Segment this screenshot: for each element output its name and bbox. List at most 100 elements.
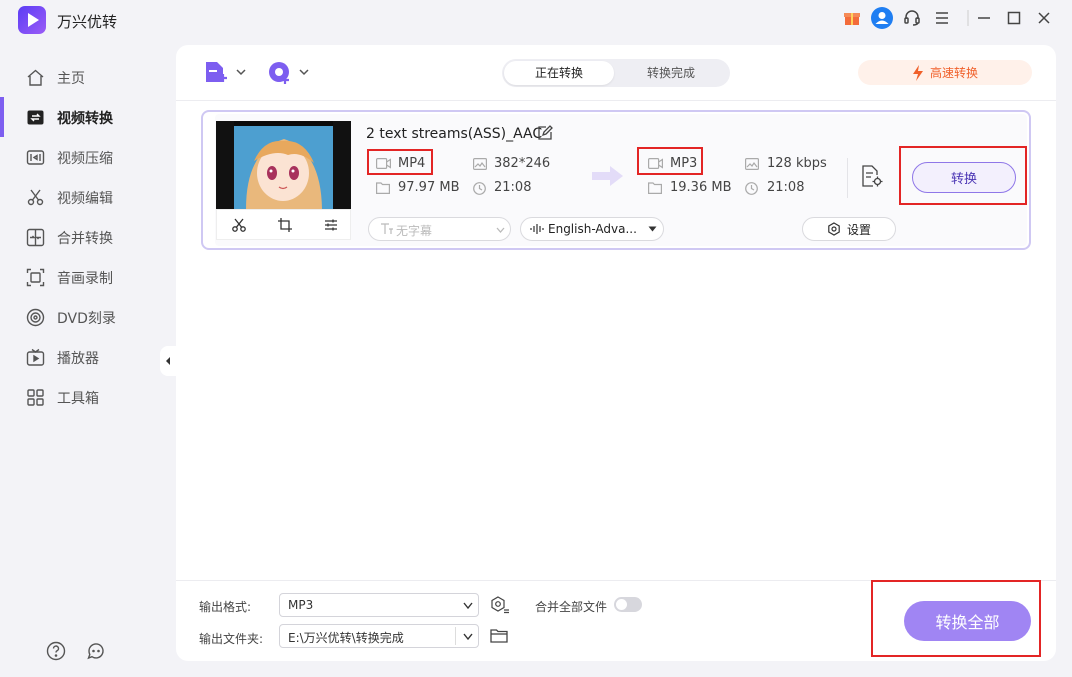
subtitle-value: 无字幕 — [396, 224, 433, 238]
sidebar-item-player[interactable]: 播放器 — [0, 337, 176, 377]
help-icon[interactable] — [46, 641, 66, 661]
tab-switch: 正在转换 转换完成 — [502, 59, 730, 87]
chevron-down-icon — [496, 227, 505, 233]
divider — [455, 627, 456, 645]
scissors-icon — [26, 188, 45, 207]
audio-wave-icon — [530, 223, 546, 235]
sidebar-item-home[interactable]: 主页 — [0, 57, 176, 97]
merge-files-toggle[interactable] — [614, 597, 642, 612]
target-duration: 21:08 — [767, 180, 805, 195]
edit-name-icon[interactable] — [537, 125, 553, 141]
record-icon — [26, 268, 45, 287]
sidebar-item-toolbox[interactable]: 工具箱 — [0, 377, 176, 417]
output-folder-label: 输出文件夹: — [199, 632, 264, 646]
sidebar-item-video-convert[interactable]: 视频转换 — [0, 97, 176, 137]
sidebar-item-label: 视频编辑 — [57, 191, 113, 207]
crop-icon[interactable] — [277, 217, 293, 233]
video-format-icon — [376, 158, 391, 169]
account-icon[interactable] — [870, 6, 894, 30]
clock-icon — [473, 182, 486, 195]
output-settings-icon[interactable] — [861, 164, 883, 188]
convert-icon — [26, 108, 45, 127]
feedback-icon[interactable] — [86, 641, 106, 661]
bitrate-icon — [745, 158, 759, 170]
chevron-down-icon — [463, 633, 473, 640]
output-format-value: MP3 — [288, 598, 314, 612]
chevron-down-icon — [463, 602, 473, 609]
source-size: 97.97 MB — [398, 180, 460, 195]
sidebar-item-label: 播放器 — [57, 351, 99, 367]
folder-icon — [376, 182, 390, 194]
settings-label: 设置 — [846, 222, 871, 237]
player-icon — [26, 348, 45, 367]
sidebar-item-label: 视频压缩 — [57, 151, 113, 167]
sidebar-item-compress[interactable]: 视频压缩 — [0, 137, 176, 177]
source-resolution: 382*246 — [494, 156, 551, 171]
source-duration: 21:08 — [494, 180, 532, 195]
output-format-label: 输出格式: — [199, 600, 252, 614]
tab-completed[interactable]: 转换完成 — [616, 61, 726, 85]
sidebar-item-label: 工具箱 — [57, 391, 99, 407]
thumbnail-toolbar — [216, 209, 351, 240]
maximize-icon[interactable] — [1002, 6, 1026, 30]
output-folder-value: E:\万兴优转\转换完成 — [288, 631, 404, 645]
video-thumbnail[interactable] — [216, 121, 351, 209]
video-format-icon — [648, 158, 663, 169]
effects-icon[interactable] — [323, 217, 339, 233]
subtitle-dropdown[interactable]: 无字幕 — [368, 217, 511, 241]
convert-all-button[interactable]: 转换全部 — [904, 601, 1031, 641]
sidebar-item-label: DVD刻录 — [57, 311, 116, 327]
collapse-sidebar-button[interactable] — [160, 346, 176, 376]
trim-icon[interactable] — [231, 217, 247, 233]
high-speed-label: 高速转换 — [929, 66, 978, 80]
format-settings-icon[interactable] — [490, 596, 510, 614]
sidebar-item-label: 音画录制 — [57, 271, 113, 287]
folder-icon — [648, 182, 662, 194]
settings-button[interactable]: 设置 — [802, 217, 896, 241]
open-folder-icon[interactable] — [490, 628, 508, 643]
high-speed-button[interactable]: 高速转换 — [858, 60, 1032, 85]
target-size: 19.36 MB — [670, 180, 732, 195]
add-file-button[interactable] — [204, 60, 248, 86]
audio-track-dropdown[interactable]: English-Adva... — [520, 217, 664, 241]
convert-button[interactable]: 转换 — [912, 162, 1016, 193]
add-media-button[interactable] — [268, 60, 312, 86]
merge-icon — [26, 228, 45, 247]
divider — [847, 158, 848, 198]
compress-icon — [26, 148, 45, 167]
output-folder-select[interactable]: E:\万兴优转\转换完成 — [279, 624, 479, 648]
sidebar-item-label: 视频转换 — [57, 111, 113, 127]
gear-icon — [827, 222, 841, 236]
sidebar-item-record[interactable]: 音画录制 — [0, 257, 176, 297]
target-format: MP3 — [670, 156, 698, 171]
arrow-right-icon — [592, 165, 624, 187]
file-name: 2 text streams(ASS)_AAC — [366, 126, 543, 142]
close-icon[interactable] — [1032, 6, 1056, 30]
sidebar-item-dvd[interactable]: DVD刻录 — [0, 297, 176, 337]
clock-icon — [745, 182, 758, 195]
sidebar-item-label: 合并转换 — [57, 231, 113, 247]
resolution-icon — [473, 158, 487, 170]
menu-icon[interactable] — [930, 6, 954, 30]
chevron-down-icon — [648, 226, 657, 232]
subtitle-icon — [380, 223, 394, 235]
target-bitrate: 128 kbps — [767, 156, 827, 171]
source-format: MP4 — [398, 156, 426, 171]
merge-files-label: 合并全部文件 — [535, 600, 608, 614]
minimize-icon[interactable] — [972, 6, 996, 30]
audio-track-value: English-Adva... — [548, 222, 637, 236]
sidebar-item-merge[interactable]: 合并转换 — [0, 217, 176, 257]
app-title: 万兴优转 — [57, 13, 118, 31]
divider — [176, 100, 1056, 101]
app-logo — [18, 6, 46, 34]
home-icon — [26, 68, 45, 87]
sidebar-item-label: 主页 — [57, 71, 85, 87]
dvd-icon — [26, 308, 45, 327]
tab-converting[interactable]: 正在转换 — [504, 61, 614, 85]
output-format-select[interactable]: MP3 — [279, 593, 479, 617]
sidebar-item-edit[interactable]: 视频编辑 — [0, 177, 176, 217]
gift-icon[interactable] — [840, 6, 864, 30]
support-icon[interactable] — [900, 6, 924, 30]
lightning-icon — [912, 64, 924, 81]
toolbox-icon — [26, 388, 45, 407]
